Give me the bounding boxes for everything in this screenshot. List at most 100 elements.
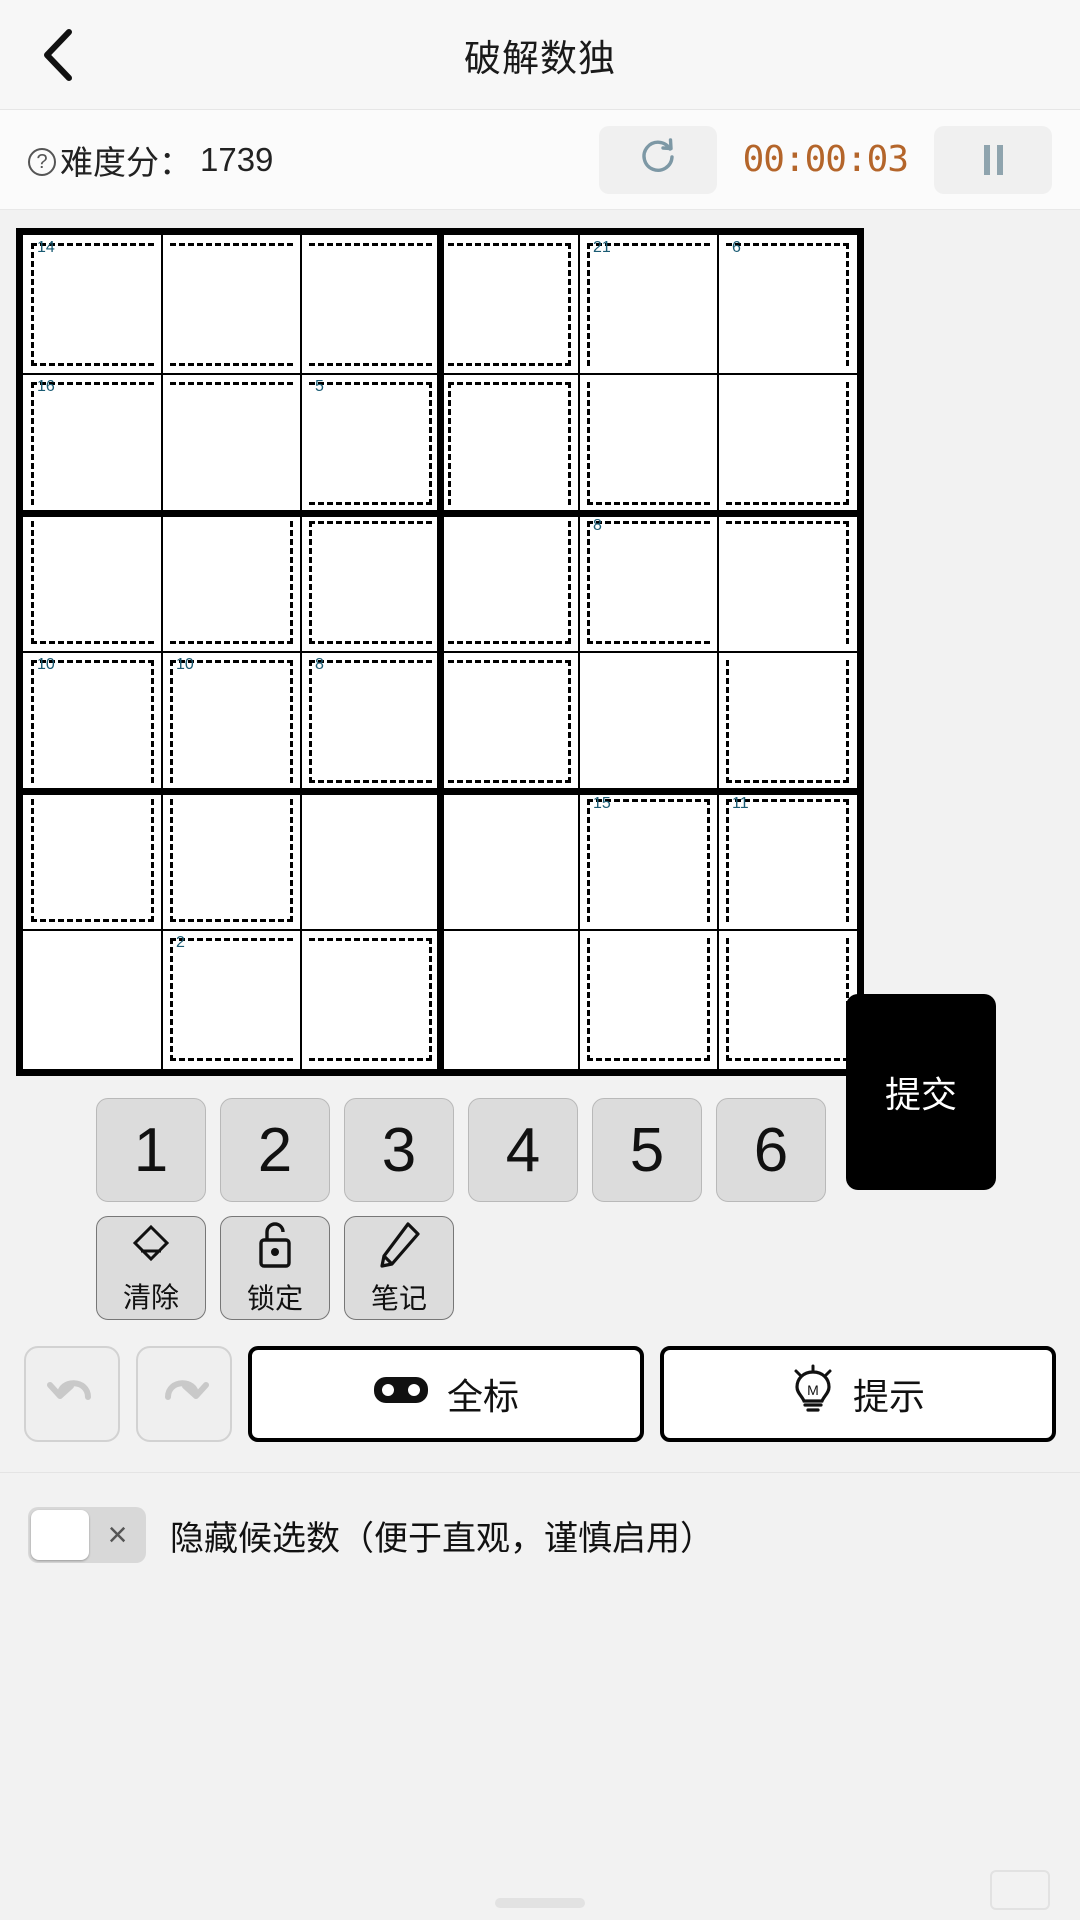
tool-key-pencil[interactable]: 笔记 <box>344 1216 454 1320</box>
hide-candidates-toggle[interactable]: × <box>28 1507 146 1563</box>
cage-outline <box>726 660 849 783</box>
cage-outline <box>587 382 710 505</box>
sudoku-board[interactable]: 14 21 6 16 5 8 10 10 8 15 11 2 <box>16 228 864 1076</box>
cage-sum-label: 10 <box>37 656 55 673</box>
cage-sum-label: 6 <box>732 239 741 256</box>
number-key-6[interactable]: 6 <box>716 1098 826 1202</box>
home-indicator[interactable] <box>495 1898 585 1908</box>
cage-sum-label: 11 <box>732 795 749 812</box>
eraser-icon <box>127 1221 175 1274</box>
number-key-3[interactable]: 3 <box>344 1098 454 1202</box>
sudoku-cell[interactable] <box>579 652 718 791</box>
refresh-button[interactable] <box>598 125 717 194</box>
cage-outline <box>31 382 154 505</box>
cage-sum-label: 16 <box>37 378 55 395</box>
lock-open-icon <box>253 1220 297 1275</box>
question-circle-icon[interactable]: ? <box>28 147 56 176</box>
hide-candidates-label: 隐藏候选数（便于直观，谨慎启用） <box>170 1519 714 1558</box>
cage-outline <box>170 243 293 366</box>
cage-outline <box>31 243 154 366</box>
redo-icon <box>158 1369 210 1420</box>
number-key-2[interactable]: 2 <box>220 1098 330 1202</box>
submit-button[interactable]: 提交 <box>846 994 996 1190</box>
grid-line-vertical <box>717 235 719 1069</box>
pencil-icon <box>376 1220 422 1275</box>
redo-button[interactable] <box>136 1346 232 1442</box>
info-bar: ? 难度分： 1739 00:00:03 <box>0 110 1080 210</box>
difficulty-value: 1739 <box>200 140 274 178</box>
timer-display: 00:00:03 <box>742 139 909 180</box>
cage-sum-label: 5 <box>315 378 324 395</box>
glasses-icon <box>373 1373 429 1416</box>
cage-sum-label: 10 <box>176 656 194 673</box>
grid-line-horizontal <box>23 787 857 795</box>
keypad-area: 123456 清除 锁定 笔记 提交 <box>0 994 1080 1320</box>
cage-outline <box>309 660 432 783</box>
cage-outline <box>170 799 293 922</box>
cage-outline <box>587 799 710 922</box>
cage-outline <box>309 521 432 644</box>
cage-outline <box>31 799 154 922</box>
pause-button[interactable] <box>934 125 1052 194</box>
mark-all-button[interactable]: 全标 <box>248 1346 644 1442</box>
grid-line-vertical <box>578 235 580 1069</box>
number-key-1[interactable]: 1 <box>96 1098 206 1202</box>
cage-outline <box>726 938 849 1061</box>
tool-key-label: 清除 <box>122 1281 179 1313</box>
cage-sum-label: 14 <box>37 239 55 256</box>
cage-outline <box>309 382 432 505</box>
toggle-knob <box>31 1510 89 1560</box>
cage-sum-label: 15 <box>593 795 611 812</box>
number-key-5[interactable]: 5 <box>592 1098 702 1202</box>
action-row: 全标 M 提示 <box>0 1320 1080 1442</box>
recents-indicator[interactable] <box>990 1870 1050 1910</box>
cage-outline <box>587 938 710 1061</box>
difficulty-display: ? 难度分： 1739 <box>28 136 273 184</box>
cage-outline <box>726 521 849 644</box>
back-button[interactable] <box>18 0 98 109</box>
cage-outline <box>448 521 571 644</box>
cage-outline <box>726 382 849 505</box>
sudoku-cell[interactable] <box>23 930 162 1069</box>
cage-outline <box>448 243 571 366</box>
cage-outline <box>587 243 710 366</box>
cage-outline <box>726 799 849 922</box>
svg-text:M: M <box>807 1382 819 1398</box>
tool-key-label: 锁定 <box>246 1282 303 1314</box>
hint-label: 提示 <box>852 1376 925 1417</box>
undo-button[interactable] <box>24 1346 120 1442</box>
tool-key-eraser[interactable]: 清除 <box>96 1216 206 1320</box>
refresh-icon <box>636 135 680 184</box>
sudoku-cell[interactable] <box>440 930 579 1069</box>
cage-outline <box>309 243 432 366</box>
grid-line-horizontal <box>23 651 857 653</box>
cage-sum-label: 8 <box>593 517 602 534</box>
sudoku-cell[interactable] <box>440 791 579 930</box>
undo-icon <box>46 1369 98 1420</box>
cage-sum-label: 21 <box>593 239 611 256</box>
cage-outline <box>170 521 293 644</box>
cage-outline <box>726 243 849 366</box>
cage-outline <box>587 521 710 644</box>
cage-outline <box>448 660 571 783</box>
title-bar: 破解数独 <box>0 0 1080 110</box>
tool-key-lock-open[interactable]: 锁定 <box>220 1216 330 1320</box>
toggle-off-mark: × <box>107 1515 128 1554</box>
mark-all-label: 全标 <box>446 1376 519 1417</box>
cage-outline <box>31 660 154 783</box>
number-key-4[interactable]: 4 <box>468 1098 578 1202</box>
cage-outline <box>170 382 293 505</box>
hint-button[interactable]: M 提示 <box>660 1346 1056 1442</box>
timer-group: 00:00:03 <box>598 125 1052 194</box>
page-title: 破解数独 <box>464 37 616 79</box>
cage-outline <box>309 938 432 1061</box>
pause-icon <box>983 144 1003 175</box>
cage-outline <box>31 521 154 644</box>
tool-key-label: 笔记 <box>370 1282 427 1314</box>
cage-outline <box>170 938 293 1061</box>
hide-candidates-row: × 隐藏候选数（便于直观，谨慎启用） <box>0 1472 1080 1563</box>
tool-keys-row: 清除 锁定 笔记 <box>0 1216 1080 1320</box>
cage-sum-label: 8 <box>315 656 324 673</box>
sudoku-cell[interactable] <box>301 791 440 930</box>
cage-sum-label: 2 <box>176 934 185 951</box>
